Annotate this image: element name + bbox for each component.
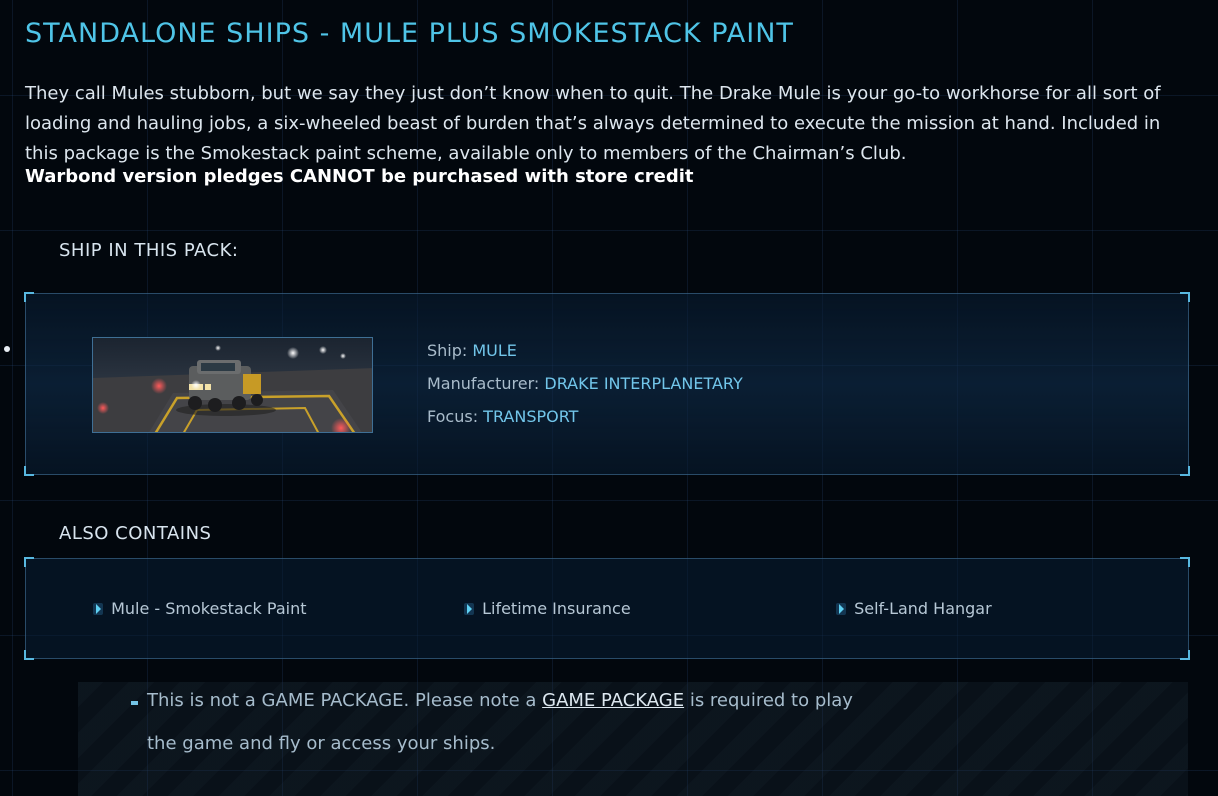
- ship-card: Ship: MULE Manufacturer: DRAKE INTERPLAN…: [24, 292, 1190, 476]
- also-contains-heading: ALSO CONTAINS: [59, 523, 212, 544]
- focus-row: Focus: TRANSPORT: [427, 405, 743, 438]
- list-item: Lifetime Insurance: [463, 598, 631, 620]
- ship-image: [93, 338, 372, 432]
- corner-bracket-icon: [24, 466, 34, 476]
- ship-thumbnail[interactable]: [92, 337, 373, 433]
- corner-bracket-icon: [24, 292, 34, 302]
- corner-bracket-icon: [24, 650, 34, 660]
- game-package-note: This is not a GAME PACKAGE. Please note …: [147, 690, 853, 711]
- warbond-note: Warbond version pledges CANNOT be purcha…: [25, 166, 694, 187]
- manufacturer-label: Manufacturer:: [427, 374, 545, 393]
- chevron-right-icon: [92, 598, 106, 620]
- list-item: Self-Land Hangar: [835, 598, 992, 620]
- side-indicator-dot: [4, 346, 10, 352]
- ship-section-heading: SHIP IN THIS PACK:: [59, 240, 239, 261]
- game-package-note-line2: the game and fly or access your ships.: [147, 733, 496, 754]
- ship-name-row: Ship: MULE: [427, 339, 743, 372]
- focus-label: Focus:: [427, 407, 484, 426]
- manufacturer-value: DRAKE INTERPLANETARY: [544, 374, 743, 393]
- product-description: They call Mules stubborn, but we say the…: [25, 83, 1161, 164]
- ship-name-label: Ship:: [427, 341, 473, 360]
- also-contains-panel: Mule - Smokestack Paint Lifetime Insuran…: [24, 557, 1190, 660]
- chevron-right-icon: [463, 598, 477, 620]
- corner-bracket-icon: [1180, 292, 1190, 302]
- corner-bracket-icon: [24, 557, 34, 567]
- corner-bracket-icon: [1180, 650, 1190, 660]
- focus-value: TRANSPORT: [483, 407, 579, 426]
- ship-name-value: MULE: [472, 341, 517, 360]
- list-item-label: Lifetime Insurance: [482, 599, 631, 618]
- list-item-label: Mule - Smokestack Paint: [111, 599, 307, 618]
- corner-bracket-icon: [1180, 557, 1190, 567]
- note-suffix: is required to play: [684, 690, 853, 711]
- list-item-label: Self-Land Hangar: [854, 599, 992, 618]
- chevron-right-icon: [835, 598, 849, 620]
- dash-icon: [131, 701, 138, 705]
- ship-info: Ship: MULE Manufacturer: DRAKE INTERPLAN…: [427, 339, 743, 438]
- manufacturer-row: Manufacturer: DRAKE INTERPLANETARY: [427, 372, 743, 405]
- note-prefix: This is not a GAME PACKAGE. Please note …: [147, 690, 543, 711]
- list-item: Mule - Smokestack Paint: [92, 598, 307, 620]
- corner-bracket-icon: [1180, 466, 1190, 476]
- page-title: STANDALONE SHIPS - MULE PLUS SMOKESTACK …: [25, 18, 794, 49]
- game-package-link[interactable]: GAME PACKAGE: [542, 690, 684, 711]
